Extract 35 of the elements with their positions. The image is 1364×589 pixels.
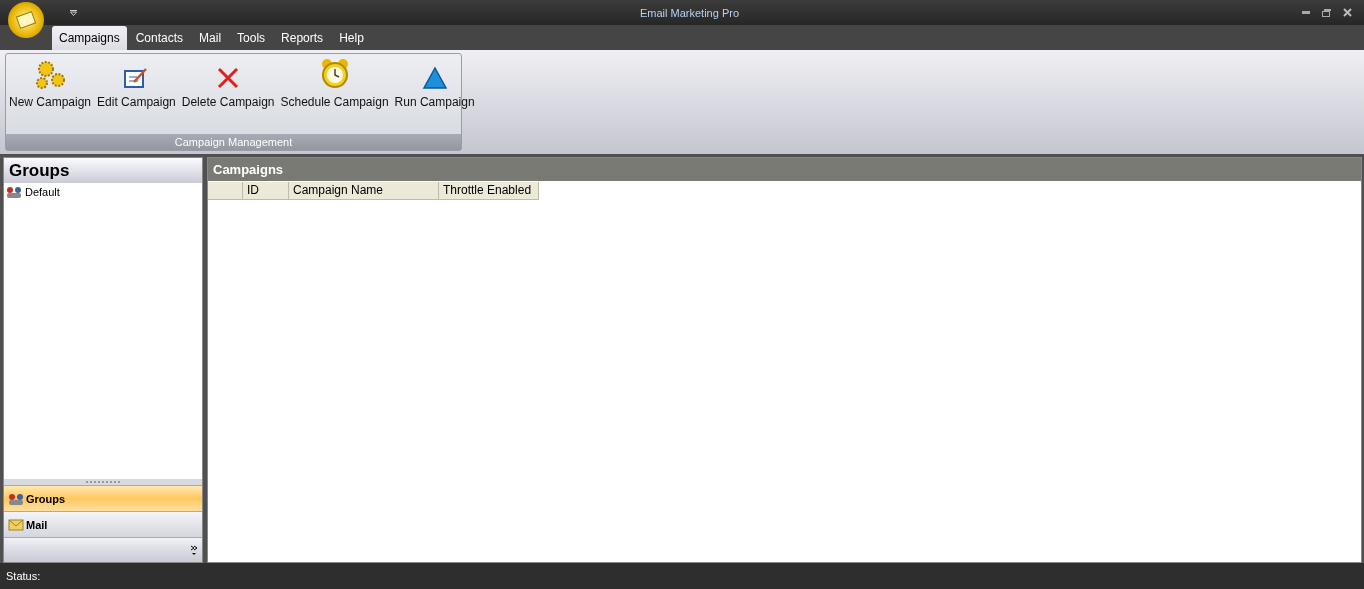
column-header[interactable]: Campaign Name [289,182,439,200]
ribbon-tab[interactable]: Tools [230,26,273,50]
ribbon-tab[interactable]: Mail [192,26,229,50]
people-icon [6,185,22,198]
people-icon [8,492,24,505]
group-title: Campaign Management [6,134,461,150]
ribbon-button[interactable]: Delete Campaign [178,57,278,109]
triangle-icon [421,66,448,90]
ribbon-button[interactable]: Run Campaign [391,57,478,109]
ribbon-tab[interactable]: Contacts [128,26,191,50]
gears-icon [34,60,66,90]
edit-document-icon [123,66,150,90]
ribbon-tab[interactable]: Reports [274,26,331,50]
close-icon[interactable] [1343,8,1352,17]
status-label: Status: [0,563,1364,589]
ribbon-tab[interactable]: Help [332,26,371,50]
restore-icon[interactable] [1322,8,1331,17]
nav-button[interactable]: Mail [4,511,202,537]
ribbon-tab[interactable]: Campaigns [52,26,127,50]
alarm-clock-icon [319,58,350,90]
nav-button[interactable]: Groups [4,485,202,511]
chevron-icon[interactable] [190,544,198,556]
column-header[interactable]: ID [243,182,289,200]
ribbon-button[interactable]: New Campaign [6,57,95,109]
ribbon-button[interactable]: Schedule Campaign [277,57,392,109]
column-header[interactable]: Throttle Enabled [439,182,539,200]
row-header [208,182,243,200]
window-title: Email Marketing Pro [638,6,740,19]
delete-icon [216,66,241,90]
dropdown-icon[interactable] [70,9,77,16]
panel-title: Campaigns [208,158,1361,181]
panel-title: Groups [4,158,202,183]
ribbon-button[interactable]: Edit Campaign [94,57,179,109]
tree-item[interactable]: Default [25,185,60,198]
splitter-handle[interactable] [4,479,202,485]
